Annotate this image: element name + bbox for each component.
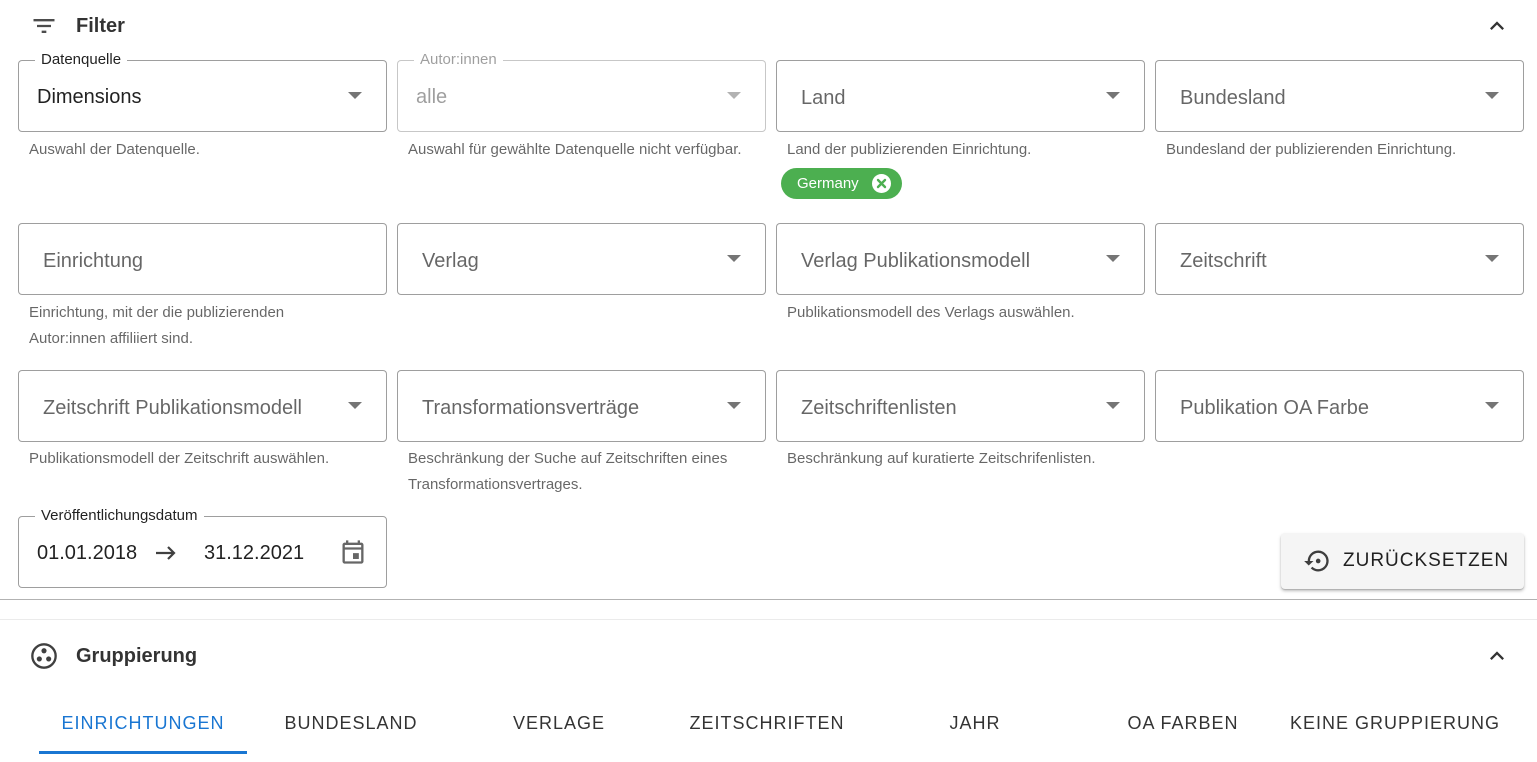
autorinnen-hint: Auswahl für gewählte Datenquelle nicht v… <box>408 141 742 158</box>
zeitschrift-modell-hint: Publikationsmodell der Zeitschrift auswä… <box>29 450 330 467</box>
arrow-drop-down-icon <box>727 92 741 99</box>
panel-divider-light <box>0 619 1537 620</box>
date-start[interactable]: 01.01.2018 <box>37 541 137 565</box>
transformation-placeholder: Transformationsverträge <box>422 397 640 419</box>
panel-divider <box>0 599 1537 600</box>
bundesland-hint: Bundesland der publizierenden Einrichtun… <box>1166 141 1457 158</box>
arrow-drop-down-icon <box>1106 92 1120 99</box>
reset-label: ZURÜCKSETZEN <box>1343 550 1510 571</box>
tab-keine-gruppierung[interactable]: KEINE GRUPPIERUNG <box>1287 700 1503 750</box>
active-tab-indicator <box>39 751 247 754</box>
zeitschrift-modell-select[interactable]: Zeitschrift Publikationsmodell <box>18 370 387 442</box>
land-hint: Land der publizierenden Einrichtung. <box>787 141 1032 158</box>
verlag-modell-hint: Publikationsmodell des Verlags auswählen… <box>787 304 1075 321</box>
oa-farbe-placeholder: Publikation OA Farbe <box>1180 397 1369 419</box>
zeitschriftenlisten-hint: Beschränkung auf kuratierte Zeitschrifen… <box>787 450 1096 467</box>
date-range-field[interactable]: Veröffentlichungsdatum 01.01.2018 31.12.… <box>18 507 387 588</box>
verlag-modell-select[interactable]: Verlag Publikationsmodell <box>776 223 1145 295</box>
zeitschrift-select[interactable]: Zeitschrift <box>1155 223 1524 295</box>
arrow-drop-down-icon <box>1485 92 1499 99</box>
arrow-drop-down-icon <box>348 402 362 409</box>
arrow-drop-down-icon <box>1106 402 1120 409</box>
tab-bundesland[interactable]: BUNDESLAND <box>247 700 455 750</box>
history-restore-icon <box>1304 550 1329 572</box>
zeitschrift-placeholder: Zeitschrift <box>1180 250 1267 272</box>
land-placeholder: Land <box>801 87 846 109</box>
tab-oa-farben[interactable]: OA FARBEN <box>1079 700 1287 750</box>
grouping-tabs: EINRICHTUNGEN BUNDESLAND VERLAGE ZEITSCH… <box>39 700 1519 756</box>
date-range-label: Veröffentlichungsdatum <box>35 507 204 525</box>
datenquelle-hint: Auswahl der Datenquelle. <box>29 141 200 158</box>
filter-list-icon <box>33 19 55 33</box>
arrow-drop-down-icon <box>1106 255 1120 262</box>
transformation-hint: Beschränkung der Suche auf Zeitschriften… <box>408 450 728 493</box>
verlag-modell-placeholder: Verlag Publikationsmodell <box>801 250 1031 272</box>
zeitschrift-modell-placeholder: Zeitschrift Publikationsmodell <box>43 397 302 419</box>
chevron-up-icon[interactable] <box>1483 12 1511 40</box>
zeitschriftenlisten-select[interactable]: Zeitschriftenlisten <box>776 370 1145 442</box>
calendar-icon[interactable] <box>339 538 367 566</box>
arrow-right-icon <box>156 546 176 560</box>
land-select[interactable]: Land <box>776 60 1145 132</box>
bundesland-select[interactable]: Bundesland <box>1155 60 1524 132</box>
autorinnen-label: Autor:innen <box>414 51 503 69</box>
arrow-drop-down-icon <box>1485 402 1499 409</box>
datenquelle-value: Dimensions <box>37 86 142 108</box>
grouping-panel-header[interactable]: Gruppierung <box>0 630 1537 682</box>
tab-verlage[interactable]: VERLAGE <box>455 700 663 750</box>
verlag-select[interactable]: Verlag <box>397 223 766 295</box>
autorinnen-value: alle <box>416 86 448 108</box>
autorinnen-select: Autor:innen alle <box>397 51 766 132</box>
einrichtung-input[interactable]: Einrichtung <box>18 223 387 295</box>
tab-einrichtungen[interactable]: EINRICHTUNGEN <box>39 700 247 750</box>
reset-button[interactable]: ZURÜCKSETZEN <box>1281 533 1524 589</box>
bundesland-placeholder: Bundesland <box>1180 87 1286 109</box>
filter-panel-header[interactable]: Filter <box>0 0 1537 52</box>
arrow-drop-down-icon <box>1485 255 1499 262</box>
land-chip-germany[interactable]: Germany <box>781 168 902 199</box>
datenquelle-label: Datenquelle <box>35 51 128 69</box>
cancel-circle-icon[interactable] <box>872 174 891 193</box>
einrichtung-hint: Einrichtung, mit der die publizierenden … <box>29 304 285 347</box>
grouping-title: Gruppierung <box>76 644 198 667</box>
workspaces-icon <box>31 643 57 669</box>
einrichtung-placeholder: Einrichtung <box>43 250 144 272</box>
filter-title: Filter <box>76 14 125 37</box>
tab-zeitschriften[interactable]: ZEITSCHRIFTEN <box>663 700 871 750</box>
transformation-select[interactable]: Transformationsverträge <box>397 370 766 442</box>
arrow-drop-down-icon <box>727 402 741 409</box>
arrow-drop-down-icon <box>727 255 741 262</box>
chevron-up-icon[interactable] <box>1483 642 1511 670</box>
verlag-placeholder: Verlag <box>422 250 479 272</box>
arrow-drop-down-icon <box>348 92 362 99</box>
zeitschriftenlisten-placeholder: Zeitschriftenlisten <box>801 397 957 419</box>
tab-jahr[interactable]: JAHR <box>871 700 1079 750</box>
chip-label: Germany <box>797 175 859 192</box>
datenquelle-select[interactable]: Datenquelle Dimensions <box>18 51 387 132</box>
oa-farbe-select[interactable]: Publikation OA Farbe <box>1155 370 1524 442</box>
date-end[interactable]: 31.12.2021 <box>204 541 304 565</box>
